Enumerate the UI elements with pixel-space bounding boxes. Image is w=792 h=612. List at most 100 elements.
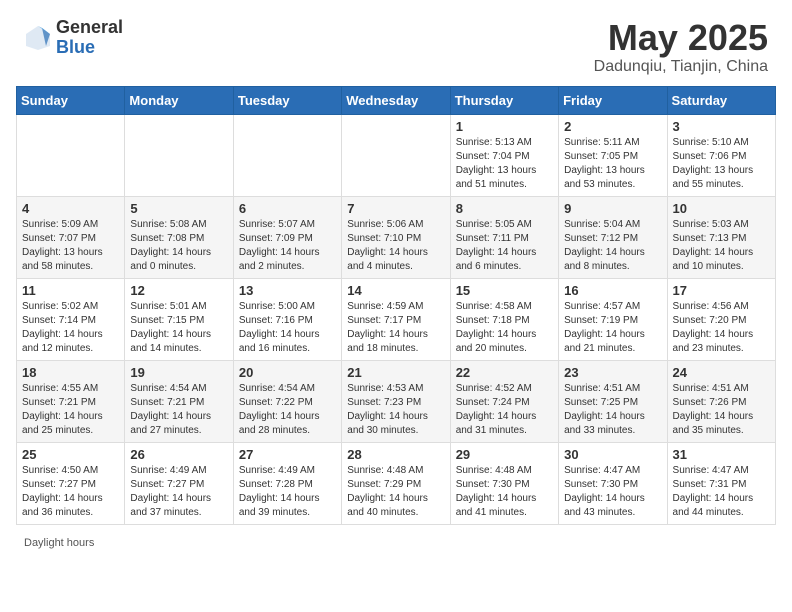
day-number: 29 xyxy=(456,447,553,462)
day-number: 16 xyxy=(564,283,661,298)
day-info: Sunrise: 5:10 AM Sunset: 7:06 PM Dayligh… xyxy=(673,136,770,192)
day-info: Sunrise: 4:47 AM Sunset: 7:31 PM Dayligh… xyxy=(673,464,770,520)
calendar-wrapper: SundayMondayTuesdayWednesdayThursdayFrid… xyxy=(0,86,792,533)
day-number: 9 xyxy=(564,201,661,216)
weekday-header: Thursday xyxy=(450,86,558,114)
day-info: Sunrise: 4:52 AM Sunset: 7:24 PM Dayligh… xyxy=(456,382,553,438)
day-info: Sunrise: 5:13 AM Sunset: 7:04 PM Dayligh… xyxy=(456,136,553,192)
weekday-header: Wednesday xyxy=(342,86,450,114)
logo: General Blue xyxy=(24,18,123,58)
calendar-cell: 18 Sunrise: 4:55 AM Sunset: 7:21 PM Dayli… xyxy=(17,360,125,442)
day-info: Sunrise: 5:05 AM Sunset: 7:11 PM Dayligh… xyxy=(456,218,553,274)
calendar-cell xyxy=(233,114,341,196)
calendar-cell: 23 Sunrise: 4:51 AM Sunset: 7:25 PM Dayli… xyxy=(559,360,667,442)
day-number: 7 xyxy=(347,201,444,216)
logo-blue-text: Blue xyxy=(56,38,123,58)
logo-text: General Blue xyxy=(56,18,123,58)
calendar-cell: 6Sunrise: 5:07 AM Sunset: 7:09 PM Daylig… xyxy=(233,196,341,278)
weekday-header: Saturday xyxy=(667,86,775,114)
calendar-cell: 20 Sunrise: 4:54 AM Sunset: 7:22 PM Dayli… xyxy=(233,360,341,442)
day-info: Sunrise: 4:55 AM Sunset: 7:21 PM Dayligh… xyxy=(22,382,119,438)
calendar-cell xyxy=(17,114,125,196)
day-number: 4 xyxy=(22,201,119,216)
day-info: Sunrise: 5:02 AM Sunset: 7:14 PM Dayligh… xyxy=(22,300,119,356)
calendar-cell: 14 Sunrise: 4:59 AM Sunset: 7:17 PM Dayli… xyxy=(342,278,450,360)
day-number: 25 xyxy=(22,447,119,462)
page-header: General Blue May 2025 Dadunqiu, Tianjin,… xyxy=(0,0,792,86)
calendar-cell: 3 Sunrise: 5:10 AM Sunset: 7:06 PM Daylig… xyxy=(667,114,775,196)
calendar-cell: 10 Sunrise: 5:03 AM Sunset: 7:13 PM Dayli… xyxy=(667,196,775,278)
day-info: Sunrise: 4:51 AM Sunset: 7:25 PM Dayligh… xyxy=(564,382,661,438)
calendar-cell: 12Sunrise: 5:01 AM Sunset: 7:15 PM Dayli… xyxy=(125,278,233,360)
day-number: 21 xyxy=(347,365,444,380)
title-block: May 2025 Dadunqiu, Tianjin, China xyxy=(594,18,768,76)
day-number: 14 xyxy=(347,283,444,298)
day-info: Sunrise: 5:00 AM Sunset: 7:16 PM Dayligh… xyxy=(239,300,336,356)
calendar-cell: 19 Sunrise: 4:54 AM Sunset: 7:21 PM Dayli… xyxy=(125,360,233,442)
calendar-cell: 29 Sunrise: 4:48 AM Sunset: 7:30 PM Dayli… xyxy=(450,442,558,524)
calendar-cell: 25 Sunrise: 4:50 AM Sunset: 7:27 PM Dayli… xyxy=(17,442,125,524)
day-info: Sunrise: 5:01 AM Sunset: 7:15 PM Dayligh… xyxy=(130,300,227,356)
calendar-table: SundayMondayTuesdayWednesdayThursdayFrid… xyxy=(16,86,776,525)
footer: Daylight hours xyxy=(0,533,792,553)
calendar-cell: 13 Sunrise: 5:00 AM Sunset: 7:16 PM Dayli… xyxy=(233,278,341,360)
calendar-cell: 22 Sunrise: 4:52 AM Sunset: 7:24 PM Dayli… xyxy=(450,360,558,442)
day-info: Sunrise: 4:59 AM Sunset: 7:17 PM Dayligh… xyxy=(347,300,444,356)
day-info: Sunrise: 5:03 AM Sunset: 7:13 PM Dayligh… xyxy=(673,218,770,274)
month-title: May 2025 xyxy=(594,18,768,58)
calendar-cell: 21Sunrise: 4:53 AM Sunset: 7:23 PM Dayli… xyxy=(342,360,450,442)
location-subtitle: Dadunqiu, Tianjin, China xyxy=(594,58,768,76)
calendar-cell: 30 Sunrise: 4:47 AM Sunset: 7:30 PM Dayli… xyxy=(559,442,667,524)
daylight-label: Daylight hours xyxy=(24,537,94,549)
calendar-week-row: 11Sunrise: 5:02 AM Sunset: 7:14 PM Dayli… xyxy=(17,278,776,360)
day-number: 23 xyxy=(564,365,661,380)
day-info: Sunrise: 4:54 AM Sunset: 7:21 PM Dayligh… xyxy=(130,382,227,438)
day-info: Sunrise: 4:47 AM Sunset: 7:30 PM Dayligh… xyxy=(564,464,661,520)
day-info: Sunrise: 4:58 AM Sunset: 7:18 PM Dayligh… xyxy=(456,300,553,356)
calendar-cell: 1Sunrise: 5:13 AM Sunset: 7:04 PM Daylig… xyxy=(450,114,558,196)
day-number: 26 xyxy=(130,447,227,462)
day-info: Sunrise: 5:06 AM Sunset: 7:10 PM Dayligh… xyxy=(347,218,444,274)
day-number: 13 xyxy=(239,283,336,298)
day-number: 30 xyxy=(564,447,661,462)
calendar-cell: 27Sunrise: 4:49 AM Sunset: 7:28 PM Dayli… xyxy=(233,442,341,524)
day-info: Sunrise: 5:04 AM Sunset: 7:12 PM Dayligh… xyxy=(564,218,661,274)
day-info: Sunrise: 4:49 AM Sunset: 7:27 PM Dayligh… xyxy=(130,464,227,520)
day-info: Sunrise: 5:11 AM Sunset: 7:05 PM Dayligh… xyxy=(564,136,661,192)
calendar-cell: 16 Sunrise: 4:57 AM Sunset: 7:19 PM Dayli… xyxy=(559,278,667,360)
calendar-cell: 2 Sunrise: 5:11 AM Sunset: 7:05 PM Daylig… xyxy=(559,114,667,196)
calendar-cell: 5Sunrise: 5:08 AM Sunset: 7:08 PM Daylig… xyxy=(125,196,233,278)
calendar-cell: 9 Sunrise: 5:04 AM Sunset: 7:12 PM Daylig… xyxy=(559,196,667,278)
logo-icon xyxy=(24,24,52,52)
day-number: 24 xyxy=(673,365,770,380)
day-number: 22 xyxy=(456,365,553,380)
calendar-week-row: 25 Sunrise: 4:50 AM Sunset: 7:27 PM Dayli… xyxy=(17,442,776,524)
day-info: Sunrise: 4:57 AM Sunset: 7:19 PM Dayligh… xyxy=(564,300,661,356)
calendar-week-row: 4Sunrise: 5:09 AM Sunset: 7:07 PM Daylig… xyxy=(17,196,776,278)
day-number: 17 xyxy=(673,283,770,298)
weekday-header: Sunday xyxy=(17,86,125,114)
day-number: 31 xyxy=(673,447,770,462)
calendar-cell: 15 Sunrise: 4:58 AM Sunset: 7:18 PM Dayli… xyxy=(450,278,558,360)
calendar-cell: 11Sunrise: 5:02 AM Sunset: 7:14 PM Dayli… xyxy=(17,278,125,360)
day-number: 6 xyxy=(239,201,336,216)
weekday-header: Friday xyxy=(559,86,667,114)
day-info: Sunrise: 4:48 AM Sunset: 7:30 PM Dayligh… xyxy=(456,464,553,520)
day-number: 15 xyxy=(456,283,553,298)
day-info: Sunrise: 4:50 AM Sunset: 7:27 PM Dayligh… xyxy=(22,464,119,520)
day-number: 2 xyxy=(564,119,661,134)
calendar-cell: 28Sunrise: 4:48 AM Sunset: 7:29 PM Dayli… xyxy=(342,442,450,524)
day-number: 8 xyxy=(456,201,553,216)
weekday-header: Monday xyxy=(125,86,233,114)
day-number: 18 xyxy=(22,365,119,380)
day-number: 19 xyxy=(130,365,227,380)
day-number: 28 xyxy=(347,447,444,462)
day-number: 3 xyxy=(673,119,770,134)
day-info: Sunrise: 5:08 AM Sunset: 7:08 PM Dayligh… xyxy=(130,218,227,274)
day-number: 10 xyxy=(673,201,770,216)
day-info: Sunrise: 4:54 AM Sunset: 7:22 PM Dayligh… xyxy=(239,382,336,438)
day-info: Sunrise: 4:49 AM Sunset: 7:28 PM Dayligh… xyxy=(239,464,336,520)
day-number: 20 xyxy=(239,365,336,380)
calendar-week-row: 18 Sunrise: 4:55 AM Sunset: 7:21 PM Dayli… xyxy=(17,360,776,442)
weekday-header-row: SundayMondayTuesdayWednesdayThursdayFrid… xyxy=(17,86,776,114)
